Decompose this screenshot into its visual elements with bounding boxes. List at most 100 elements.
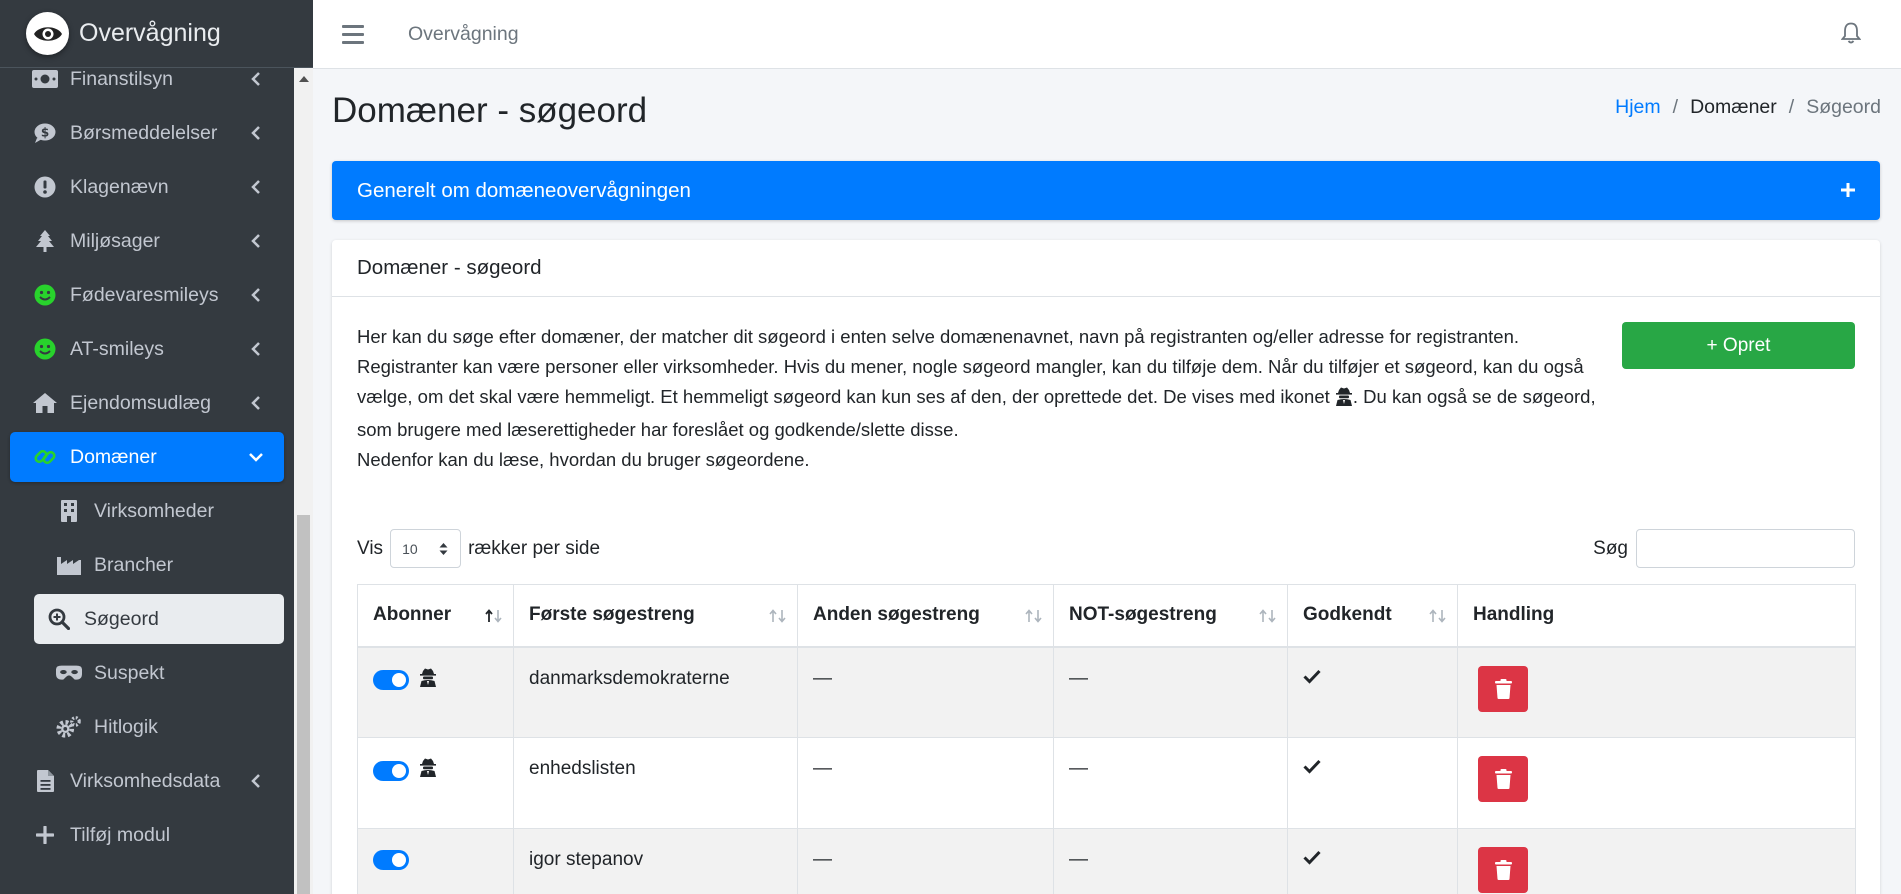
action-cell bbox=[1457, 737, 1856, 829]
second-search-string: — bbox=[797, 828, 1054, 894]
second-search-string: — bbox=[797, 646, 1054, 738]
sidebar-item-label: Miljøsager bbox=[70, 229, 160, 252]
mask-icon bbox=[56, 660, 82, 686]
check-icon bbox=[1303, 849, 1321, 870]
column-header-abonner[interactable]: Abonner bbox=[357, 584, 514, 648]
delete-button[interactable] bbox=[1478, 665, 1528, 712]
sidebar-subitem-hitlogik[interactable]: Hitlogik bbox=[10, 702, 284, 752]
sidebar-item-klagenaevn[interactable]: Klagenævn bbox=[10, 162, 284, 212]
money-bill-icon bbox=[32, 66, 58, 92]
table-row: igor stepanov — — bbox=[357, 828, 1856, 894]
breadcrumb-home[interactable]: Hjem bbox=[1615, 96, 1661, 119]
sidebar-item-label: Børsmeddelelser bbox=[70, 121, 218, 144]
table-header-row: Abonner Første søgestreng Anden søgestre… bbox=[357, 584, 1856, 648]
sidebar-item-fodevaresmileys[interactable]: Fødevaresmileys bbox=[10, 270, 284, 320]
search-input[interactable] bbox=[1636, 529, 1855, 568]
sidebar-item-ejendomsudlaeg[interactable]: Ejendomsudlæg bbox=[10, 378, 284, 428]
sort-icon bbox=[1025, 607, 1043, 629]
svg-text:$: $ bbox=[41, 126, 49, 140]
sidebar-item-label: Tilføj modul bbox=[70, 823, 171, 846]
column-header-anden-sogestreng[interactable]: Anden søgestreng bbox=[797, 584, 1054, 648]
scrollbar-thumb[interactable] bbox=[297, 515, 310, 894]
sidebar-subitem-brancher[interactable]: Brancher bbox=[10, 540, 284, 590]
subscribe-toggle[interactable] bbox=[373, 670, 409, 690]
approved-cell bbox=[1287, 646, 1458, 738]
page-title: Domæner - søgeord bbox=[332, 91, 648, 130]
sidebar-item-tilfoj-modul[interactable]: Tilføj modul bbox=[10, 810, 284, 860]
general-info-title: Generelt om domæneovervågningen bbox=[357, 178, 691, 202]
sort-icon bbox=[769, 607, 787, 629]
sidebar-subitem-suspekt[interactable]: Suspekt bbox=[10, 648, 284, 698]
keywords-table: Abonner Første søgestreng Anden søgestre… bbox=[357, 584, 1856, 894]
chevron-left-icon bbox=[246, 123, 266, 143]
table-search-control: Søg bbox=[1593, 529, 1855, 568]
breadcrumb-separator: / bbox=[1788, 96, 1795, 118]
page-size-select[interactable]: 10 bbox=[390, 529, 462, 568]
user-secret-icon bbox=[419, 758, 437, 783]
chevron-left-icon bbox=[246, 339, 266, 359]
subscribe-toggle[interactable] bbox=[373, 760, 409, 781]
topbar-title[interactable]: Overvågning bbox=[408, 23, 519, 46]
sidebar-item-at-smileys[interactable]: AT-smileys bbox=[10, 324, 284, 374]
smiley-icon bbox=[32, 282, 58, 308]
sidebar-item-miljosager[interactable]: Miljøsager bbox=[10, 216, 284, 266]
chevron-left-icon bbox=[246, 231, 266, 251]
column-header-godkendt[interactable]: Godkendt bbox=[1287, 584, 1458, 648]
sidebar-item-label: Suspekt bbox=[94, 661, 165, 684]
bell-icon[interactable] bbox=[1840, 22, 1862, 50]
sort-asc-icon bbox=[485, 607, 503, 629]
plus-icon[interactable] bbox=[1836, 178, 1860, 202]
not-search-string: — bbox=[1053, 737, 1288, 829]
sort-icon bbox=[1259, 607, 1277, 629]
sidebar-item-borsmeddelelser[interactable]: $ Børsmeddelelser bbox=[10, 108, 284, 158]
second-search-string: — bbox=[797, 737, 1054, 829]
create-button[interactable]: + Opret bbox=[1622, 322, 1855, 369]
breadcrumb-current: Søgeord bbox=[1806, 96, 1881, 118]
main-content: Domæner - søgeord Hjem / Domæner / Søgeo… bbox=[313, 69, 1901, 894]
chevron-left-icon bbox=[246, 177, 266, 197]
delete-button[interactable] bbox=[1478, 756, 1528, 802]
trash-icon bbox=[1494, 678, 1512, 699]
menu-icon[interactable] bbox=[342, 24, 364, 44]
sidebar-item-domaener[interactable]: Domæner bbox=[10, 432, 284, 482]
sidebar-item-label: Domæner bbox=[70, 445, 157, 468]
chevron-left-icon bbox=[246, 771, 266, 791]
search-plus-icon bbox=[46, 606, 72, 632]
description: Her kan du søge efter domæner, der match… bbox=[357, 322, 1597, 475]
building-icon bbox=[56, 498, 82, 524]
subscribe-cell bbox=[357, 828, 514, 894]
sidebar-scrollbar[interactable] bbox=[294, 68, 313, 894]
page-size-value: 10 bbox=[402, 540, 418, 557]
eye-icon bbox=[26, 12, 69, 55]
subscribe-toggle[interactable] bbox=[373, 849, 409, 870]
table-row: enhedslisten — — bbox=[357, 737, 1856, 829]
file-alt-icon bbox=[32, 768, 58, 794]
general-info-card[interactable]: Generelt om domæneovervågningen bbox=[332, 161, 1880, 220]
sidebar: Overvågning Finanstilsyn $ Børsmeddelels… bbox=[0, 0, 313, 894]
sidebar-item-label: AT-smileys bbox=[70, 337, 164, 360]
sidebar-item-label: Finanstilsyn bbox=[70, 67, 173, 90]
sidebar-subitem-sogeord[interactable]: Søgeord bbox=[34, 594, 284, 644]
subscribe-cell bbox=[357, 646, 514, 738]
sidebar-item-label: Hitlogik bbox=[94, 715, 158, 738]
first-search-string: enhedslisten bbox=[513, 737, 798, 829]
card-title: Domæner - søgeord bbox=[332, 240, 1880, 297]
user-secret-icon bbox=[1335, 385, 1353, 415]
home-icon bbox=[32, 390, 58, 416]
sidebar-item-label: Brancher bbox=[94, 553, 174, 576]
delete-button[interactable] bbox=[1478, 847, 1528, 893]
plus-icon bbox=[32, 822, 58, 848]
sidebar-item-virksomhedsdata[interactable]: Virksomhedsdata bbox=[10, 756, 284, 806]
first-search-string: igor stepanov bbox=[513, 828, 798, 894]
column-header-forste-sogestreng[interactable]: Første søgestreng bbox=[513, 584, 798, 648]
sidebar-subitem-virksomheder[interactable]: Virksomheder bbox=[10, 486, 284, 536]
column-header-not-sogestreng[interactable]: NOT-søgestreng bbox=[1053, 584, 1288, 648]
chevron-left-icon bbox=[246, 285, 266, 305]
action-cell bbox=[1457, 828, 1856, 894]
description-text: Nedenfor kan du læse, hvordan du bruger … bbox=[357, 449, 810, 470]
brand-name: Overvågning bbox=[79, 19, 221, 47]
subscribe-cell bbox=[357, 737, 514, 829]
brand[interactable]: Overvågning bbox=[0, 0, 313, 68]
scroll-up-arrow[interactable] bbox=[299, 76, 309, 82]
breadcrumb-separator: / bbox=[1672, 96, 1679, 118]
